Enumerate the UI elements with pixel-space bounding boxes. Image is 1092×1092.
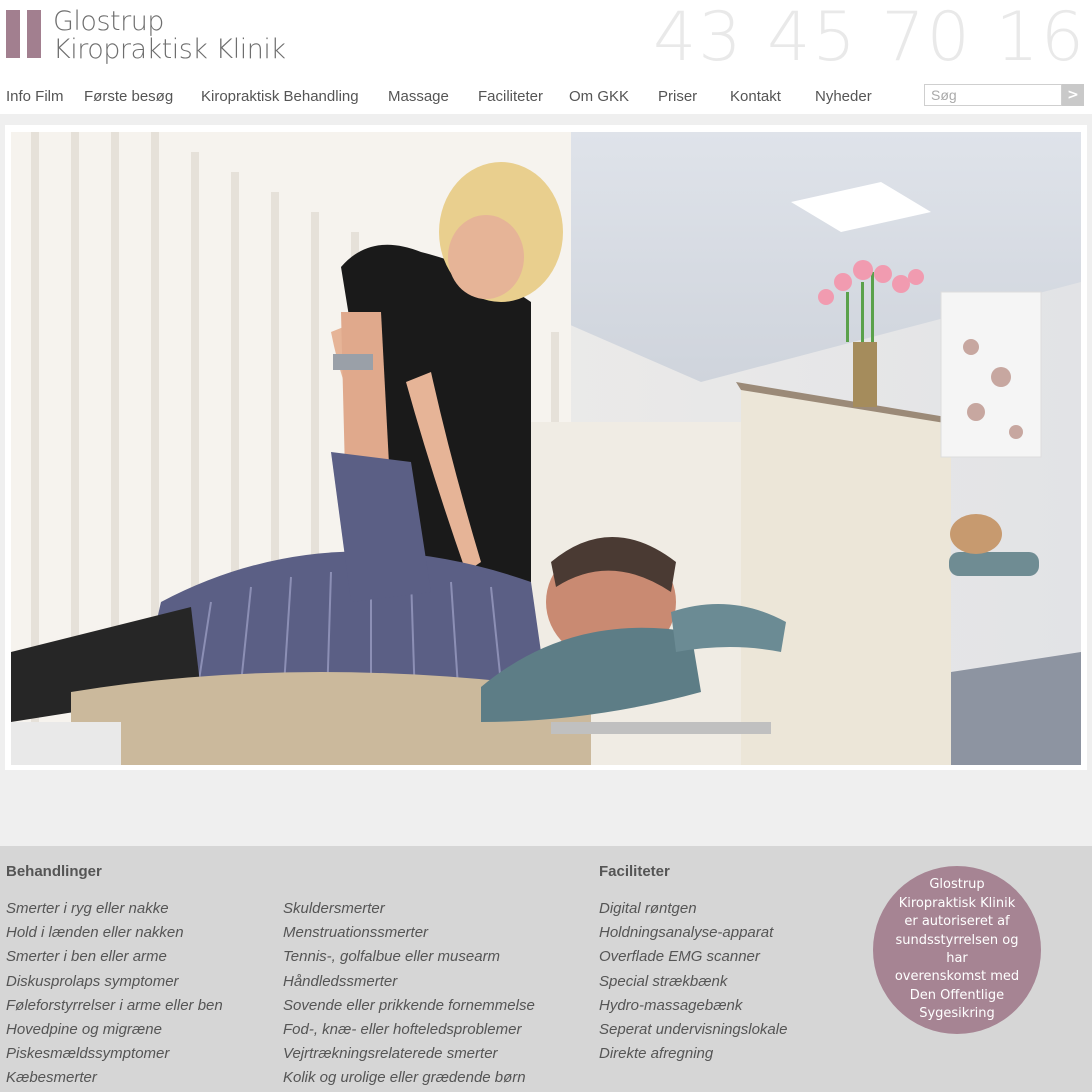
logo-line-1: Glostrup bbox=[53, 6, 164, 37]
list-item[interactable]: Smerter i ben eller arme bbox=[6, 948, 223, 972]
search-button[interactable]: > bbox=[1062, 84, 1084, 106]
logo-mark-icon bbox=[6, 10, 41, 58]
list-item[interactable]: Kæbesmerter bbox=[6, 1069, 223, 1092]
logo-line-2: Kiropraktisk Klinik bbox=[53, 34, 286, 65]
badge-line: sundsstyrrelsen og har bbox=[895, 932, 1019, 966]
faciliteter-title: Faciliteter bbox=[599, 863, 670, 880]
behandlinger-list-2: Skuldersmerter Menstruationssmerter Tenn… bbox=[283, 900, 535, 1092]
list-item[interactable]: Føleforstyrrelser i arme eller ben bbox=[6, 997, 223, 1021]
list-item[interactable]: Hovedpine og migræne bbox=[6, 1021, 223, 1045]
list-item[interactable]: Hold i lænden eller nakken bbox=[6, 924, 223, 948]
authorization-badge: Glostrup Kiropraktisk Klinik er autorise… bbox=[873, 866, 1041, 1034]
faciliteter-list: Digital røntgen Holdningsanalyse-apparat… bbox=[599, 900, 787, 1069]
list-item[interactable]: Overflade EMG scanner bbox=[599, 948, 787, 972]
list-item[interactable]: Piskesmældssymptomer bbox=[6, 1045, 223, 1069]
phone-number: 43 45 70 16 bbox=[653, 0, 1086, 77]
list-item[interactable]: Skuldersmerter bbox=[283, 900, 535, 924]
list-item[interactable]: Fod-, knæ- eller hofteledsproblemer bbox=[283, 1021, 535, 1045]
nav-item-priser[interactable]: Priser bbox=[658, 88, 697, 105]
list-item[interactable]: Menstruationssmerter bbox=[283, 924, 535, 948]
list-item[interactable]: Smerter i ryg eller nakke bbox=[6, 900, 223, 924]
list-item[interactable]: Tennis-, golfalbue eller musearm bbox=[283, 948, 535, 972]
nav-item-kontakt[interactable]: Kontakt bbox=[730, 88, 781, 105]
nav-item-kiropraktisk-behandling[interactable]: Kiropraktisk Behandling bbox=[201, 88, 359, 105]
search-input[interactable] bbox=[924, 84, 1062, 106]
hero-frame bbox=[5, 125, 1087, 770]
list-item[interactable]: Diskusprolaps symptomer bbox=[6, 973, 223, 997]
nav-item-info-film[interactable]: Info Film bbox=[6, 88, 64, 105]
badge-line: er autoriseret af bbox=[904, 914, 1010, 930]
nav-item-foerste-besoeg[interactable]: Første besøg bbox=[84, 88, 173, 105]
list-item[interactable]: Holdningsanalyse-apparat bbox=[599, 924, 787, 948]
list-item[interactable]: Digital røntgen bbox=[599, 900, 787, 924]
nav-item-massage[interactable]: Massage bbox=[388, 88, 449, 105]
nav-item-nyheder[interactable]: Nyheder bbox=[815, 88, 872, 105]
behandlinger-title: Behandlinger bbox=[6, 863, 102, 880]
badge-line: Glostrup bbox=[929, 877, 985, 893]
list-item[interactable]: Seperat undervisningslokale bbox=[599, 1021, 787, 1045]
list-item[interactable]: Special strækbænk bbox=[599, 973, 787, 997]
hero-photo bbox=[11, 132, 1081, 765]
badge-line: Den Offentlige bbox=[909, 987, 1005, 1003]
clinic-logo[interactable]: Glostrup Kiropraktisk Klinik bbox=[6, 8, 286, 64]
list-item[interactable]: Sovende eller prikkende fornemmelse bbox=[283, 997, 535, 1021]
footer: Behandlinger Smerter i ryg eller nakke H… bbox=[0, 846, 1092, 1092]
nav-item-faciliteter[interactable]: Faciliteter bbox=[478, 88, 543, 105]
treatment-room-illustration bbox=[11, 132, 1081, 765]
list-item[interactable]: Hydro-massagebænk bbox=[599, 997, 787, 1021]
badge-line: overenskomst med bbox=[894, 969, 1020, 985]
logo-text: Glostrup Kiropraktisk Klinik bbox=[53, 8, 286, 64]
site-header: Glostrup Kiropraktisk Klinik 43 45 70 16 bbox=[0, 0, 1092, 80]
nav-item-om-gkk[interactable]: Om GKK bbox=[569, 88, 629, 105]
hero-section bbox=[0, 114, 1092, 846]
behandlinger-list-1: Smerter i ryg eller nakke Hold i lænden … bbox=[6, 900, 223, 1092]
badge-line: Sygesikring bbox=[919, 1006, 995, 1022]
list-item[interactable]: Kolik og urolige eller grædende børn bbox=[283, 1069, 535, 1092]
badge-line: Kiropraktisk Klinik bbox=[898, 895, 1016, 911]
search-box: > bbox=[924, 84, 1084, 106]
list-item[interactable]: Vejrtrækningsrelaterede smerter bbox=[283, 1045, 535, 1069]
list-item[interactable]: Håndledssmerter bbox=[283, 973, 535, 997]
list-item[interactable]: Direkte afregning bbox=[599, 1045, 787, 1069]
